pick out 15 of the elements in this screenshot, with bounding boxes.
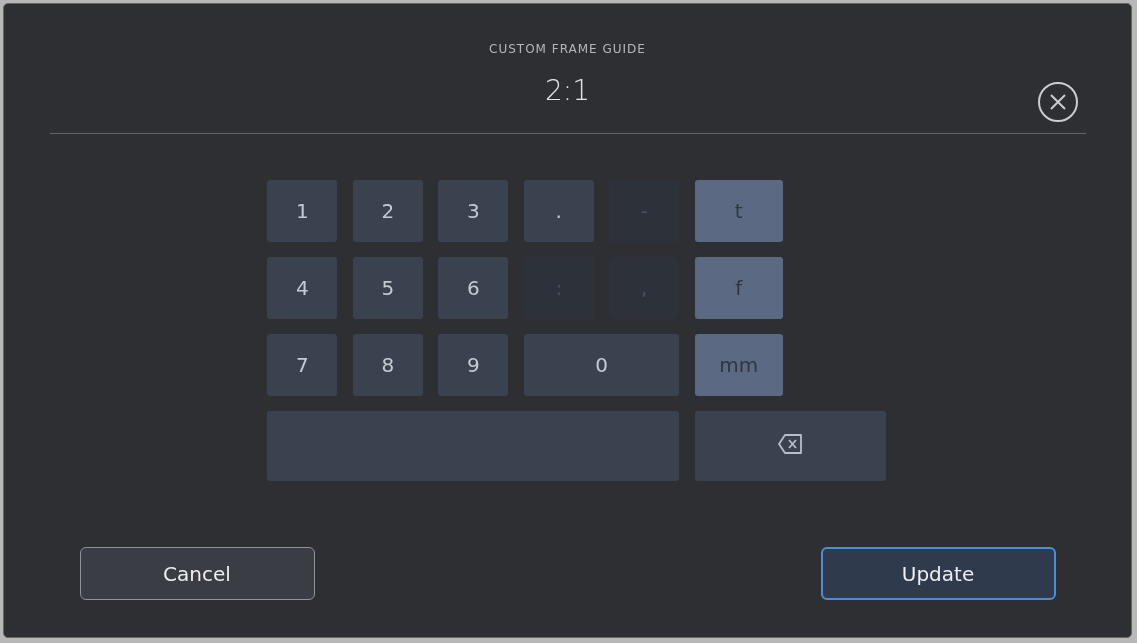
- update-button[interactable]: Update: [820, 547, 1056, 600]
- keypad-key[interactable]: 6: [438, 257, 509, 319]
- keypad-key[interactable]: 4: [267, 257, 338, 319]
- value-display: 2:1: [544, 74, 591, 108]
- keypad-key[interactable]: .: [523, 180, 594, 242]
- keypad-key[interactable]: 9: [438, 334, 509, 396]
- keypad-key[interactable]: 0: [523, 334, 680, 396]
- dialog-title: CUSTOM FRAME GUIDE: [489, 42, 646, 56]
- keypad-key[interactable]: 7: [267, 334, 338, 396]
- keypad-key[interactable]: 2: [352, 180, 423, 242]
- cancel-button[interactable]: Cancel: [79, 547, 315, 600]
- keypad-key[interactable]: 3: [438, 180, 509, 242]
- keypad-key[interactable]: 1: [267, 180, 338, 242]
- keypad-key[interactable]: 8: [352, 334, 423, 396]
- keypad-key[interactable]: 5: [352, 257, 423, 319]
